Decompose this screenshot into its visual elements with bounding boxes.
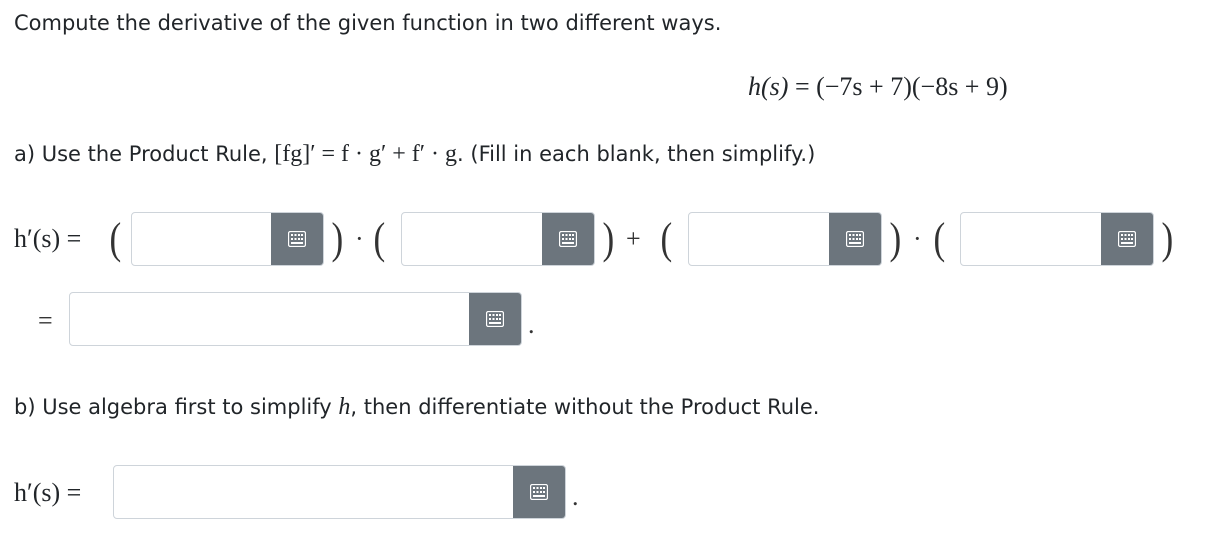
- g-prime-field[interactable]: [401, 212, 595, 266]
- part-b-label-end: , then differentiate without the Product…: [350, 395, 820, 419]
- f-prime-input[interactable]: [689, 213, 829, 265]
- paren-open-1: (: [109, 214, 122, 263]
- paren-close-4: ): [1161, 214, 1174, 263]
- part-b-var: h: [338, 394, 351, 420]
- g-field[interactable]: [960, 212, 1154, 266]
- function-display: h(s) = (−7s + 7)(−8s + 9): [748, 72, 1008, 102]
- keyboard-icon: [486, 311, 504, 327]
- part-a-label-start: a) Use the Product Rule,: [14, 142, 275, 166]
- part-b-field[interactable]: [113, 465, 566, 519]
- part-a-lhs: h′(s) =: [14, 224, 82, 253]
- part-b-input[interactable]: [114, 466, 513, 518]
- paren-close-1: ): [331, 214, 344, 263]
- paren-open-3: (: [660, 214, 673, 263]
- simplified-keyboard-button[interactable]: [469, 293, 521, 345]
- part-b-period: .: [572, 482, 579, 511]
- prompt-text: Compute the derivative of the given func…: [14, 11, 722, 35]
- f-input[interactable]: [132, 213, 271, 265]
- function-lhs: h(s): [748, 72, 789, 101]
- dot-2: ·: [913, 224, 922, 253]
- paren-open-4: (: [933, 214, 946, 263]
- f-field[interactable]: [131, 212, 324, 266]
- keyboard-icon: [846, 231, 864, 247]
- dot-1: ·: [355, 224, 364, 253]
- f-keyboard-button[interactable]: [271, 213, 323, 265]
- simplified-period: .: [528, 310, 535, 339]
- paren-close-3: ): [889, 214, 902, 263]
- g-input[interactable]: [961, 213, 1101, 265]
- part-b-label: b) Use algebra first to simplify h, then…: [14, 394, 819, 421]
- part-b-label-start: b) Use algebra first to simplify: [14, 395, 339, 419]
- g-keyboard-button[interactable]: [1101, 213, 1153, 265]
- keyboard-icon: [559, 231, 577, 247]
- simplified-field[interactable]: [69, 292, 522, 346]
- function-equals: =: [794, 72, 810, 101]
- f-prime-field[interactable]: [688, 212, 882, 266]
- keyboard-icon: [288, 231, 306, 247]
- paren-open-2: (: [373, 214, 386, 263]
- simplified-equals: =: [38, 306, 53, 335]
- paren-close-2: ): [602, 214, 615, 263]
- g-prime-input[interactable]: [402, 213, 542, 265]
- keyboard-icon: [1118, 231, 1136, 247]
- part-a-label-end: . (Fill in each blank, then simplify.): [457, 142, 816, 166]
- part-b-keyboard-button[interactable]: [513, 466, 565, 518]
- g-prime-keyboard-button[interactable]: [542, 213, 594, 265]
- plus-sign: +: [626, 224, 641, 253]
- simplified-input[interactable]: [70, 293, 469, 345]
- product-rule-formula: [fg]′ = f · g′ + f′ · g: [274, 141, 458, 167]
- part-a-label: a) Use the Product Rule, [fg]′ = f · g′ …: [14, 141, 815, 168]
- function-rhs: (−7s + 7)(−8s + 9): [816, 72, 1008, 101]
- f-prime-keyboard-button[interactable]: [829, 213, 881, 265]
- keyboard-icon: [530, 484, 548, 500]
- part-b-lhs: h′(s) =: [14, 478, 82, 507]
